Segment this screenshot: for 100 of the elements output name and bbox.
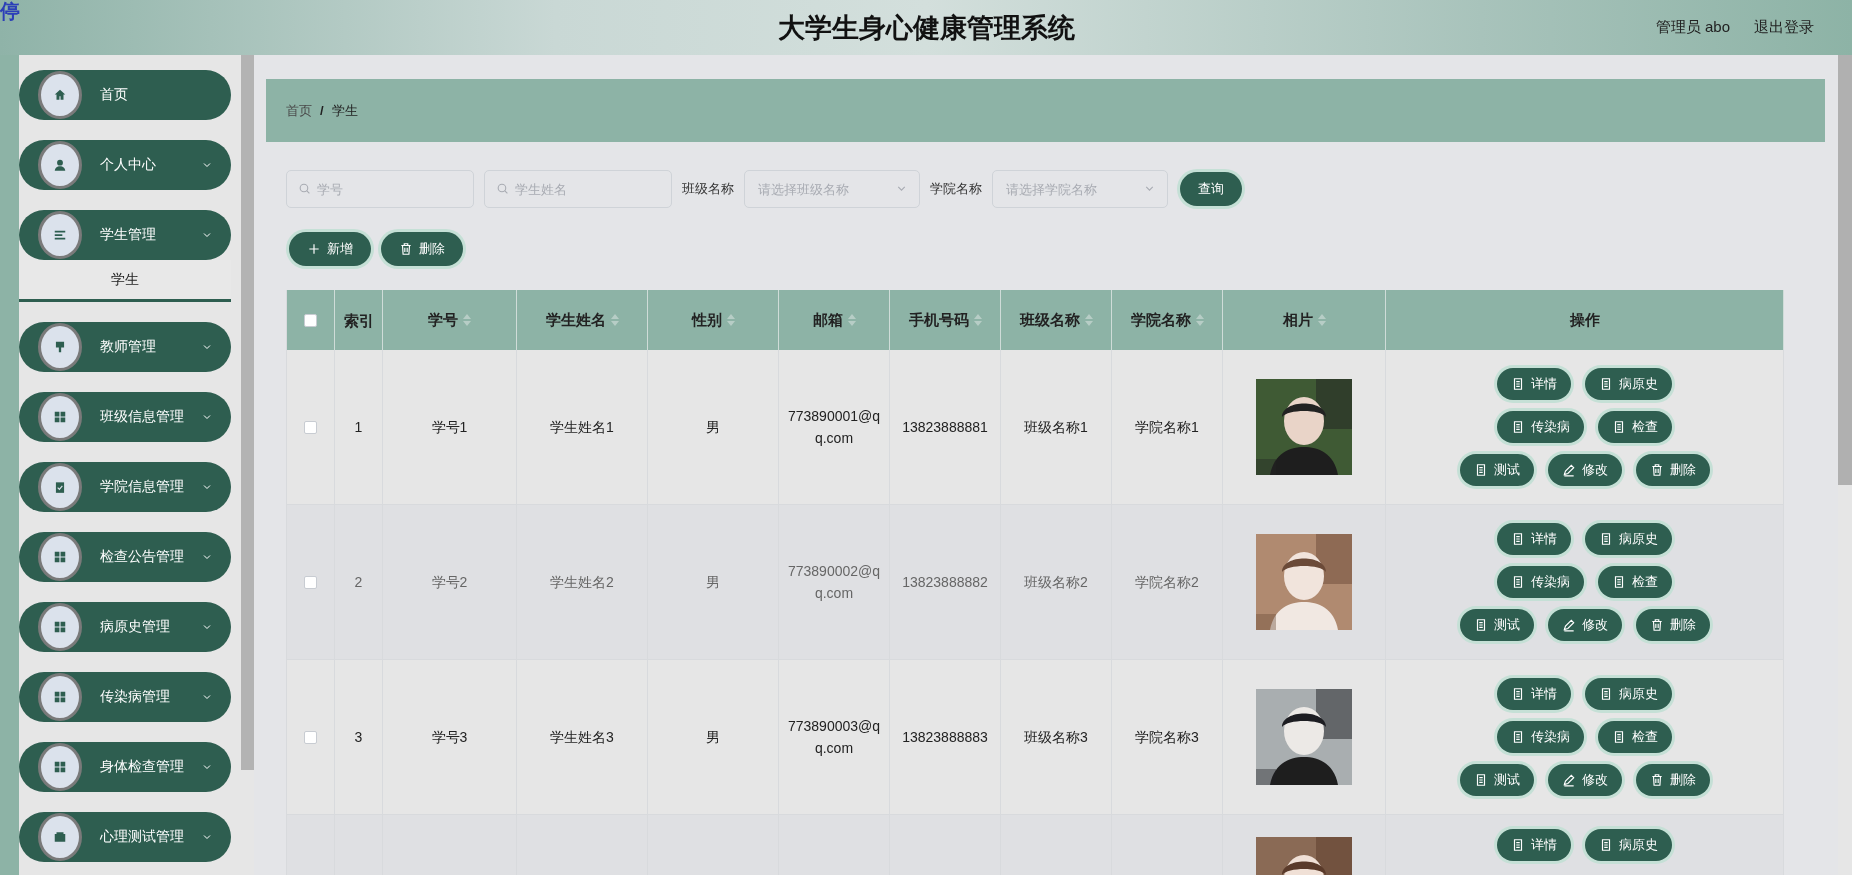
- sort-icon[interactable]: [1195, 314, 1204, 326]
- document-icon: [1511, 730, 1525, 744]
- column-header: 相片: [1223, 290, 1386, 350]
- pencil-icon: [1561, 463, 1576, 477]
- menu-item[interactable]: 个人中心: [19, 140, 231, 190]
- pencil-icon: [1561, 618, 1576, 632]
- delete-button[interactable]: 删除: [381, 232, 463, 266]
- user-icon: [53, 158, 67, 172]
- sort-icon[interactable]: [610, 314, 619, 326]
- action-button[interactable]: 检查: [1598, 411, 1672, 443]
- table-cell: 学院名称3: [1112, 660, 1223, 815]
- grid-icon: [53, 410, 67, 424]
- table-cell: 13823888881: [890, 350, 1001, 505]
- table-cell: 学院名称2: [1112, 505, 1223, 660]
- table-cell: 3: [335, 660, 383, 815]
- sort-icon[interactable]: [1084, 314, 1093, 326]
- document-icon: [1511, 575, 1525, 589]
- search-button[interactable]: 查询: [1180, 172, 1242, 206]
- document-icon: [1511, 532, 1525, 546]
- action-button[interactable]: 检查: [1598, 721, 1672, 753]
- sort-icon[interactable]: [847, 314, 856, 326]
- action-button[interactable]: 传染病: [1497, 411, 1584, 443]
- row-checkbox[interactable]: [304, 730, 317, 744]
- column-header: 手机号码: [890, 290, 1001, 350]
- menu-item[interactable]: 病原史管理: [19, 602, 231, 652]
- pencil-icon: [1561, 773, 1576, 787]
- select-all-checkbox[interactable]: [304, 313, 317, 327]
- delete-button[interactable]: 删除: [1635, 454, 1710, 486]
- breadcrumb-link[interactable]: 首页: [286, 101, 312, 120]
- table-cell: 2: [335, 505, 383, 660]
- edit-button[interactable]: 修改: [1547, 764, 1622, 796]
- action-button[interactable]: 病原史: [1585, 829, 1672, 861]
- table-cell: 773890002@qq.com: [779, 505, 890, 660]
- action-button[interactable]: 检查: [1598, 566, 1672, 598]
- action-button[interactable]: 测试: [1459, 764, 1534, 796]
- plus-icon: [307, 242, 321, 256]
- action-button[interactable]: 传染病: [1497, 566, 1584, 598]
- search-icon: [496, 182, 509, 195]
- table-cell: 班级名称3: [1001, 660, 1112, 815]
- grid-icon: [53, 550, 67, 564]
- action-button[interactable]: 详情: [1497, 523, 1571, 555]
- row-checkbox[interactable]: [304, 420, 317, 434]
- table-cell: 班级名称2: [1001, 505, 1112, 660]
- document-icon: [1511, 420, 1525, 434]
- action-button[interactable]: 测试: [1459, 454, 1534, 486]
- wallet-icon: [53, 830, 67, 844]
- document-icon: [1612, 730, 1626, 744]
- breadcrumb-link[interactable]: 学生: [331, 101, 358, 120]
- action-button[interactable]: 详情: [1497, 829, 1571, 861]
- column-header: 学号: [383, 290, 517, 350]
- action-button[interactable]: 病原史: [1585, 678, 1672, 710]
- app-title: 大学生身心健康管理系统: [777, 11, 1075, 45]
- column-header: 性别: [648, 290, 779, 350]
- menu-item[interactable]: 心理测试管理: [19, 812, 231, 862]
- table-cell: 男: [648, 350, 779, 505]
- document-icon: [1612, 575, 1626, 589]
- delete-button[interactable]: 删除: [1635, 764, 1710, 796]
- student-no-field[interactable]: 学号: [286, 170, 474, 208]
- edit-button[interactable]: 修改: [1547, 609, 1622, 641]
- action-button[interactable]: 传染病: [1497, 721, 1584, 753]
- logout-link[interactable]: 退出登录: [1754, 18, 1814, 37]
- sort-icon[interactable]: [973, 314, 982, 326]
- document-icon: [1599, 687, 1613, 701]
- menu-item[interactable]: 学院信息管理: [19, 462, 231, 512]
- home-icon: [53, 88, 67, 102]
- class-select[interactable]: 请选择班级名称: [744, 170, 920, 208]
- menu-item[interactable]: 首页: [19, 70, 231, 120]
- row-checkbox[interactable]: [304, 575, 317, 589]
- college-select[interactable]: 请选择学院名称: [992, 170, 1168, 208]
- table-cell: 学生姓名1: [517, 350, 648, 505]
- menu-item[interactable]: 班级信息管理: [19, 392, 231, 442]
- add-button[interactable]: 新增: [289, 232, 371, 266]
- trash-icon: [399, 242, 413, 256]
- menu-item[interactable]: 传染病管理: [19, 672, 231, 722]
- edit-button[interactable]: 修改: [1547, 454, 1622, 486]
- action-button[interactable]: 详情: [1497, 368, 1571, 400]
- sort-icon[interactable]: [463, 314, 471, 326]
- sort-icon[interactable]: [1317, 314, 1326, 326]
- column-header: 学院名称: [1112, 290, 1223, 350]
- sort-icon[interactable]: [726, 314, 735, 326]
- table-cell: 男: [648, 660, 779, 815]
- menu-item[interactable]: 学生管理: [19, 210, 231, 260]
- menu-item[interactable]: 检查公告管理: [19, 532, 231, 582]
- table-cell: 学号1: [383, 350, 517, 505]
- menu-item[interactable]: 身体检查管理: [19, 742, 231, 792]
- grid-icon: [53, 760, 67, 774]
- action-button[interactable]: 病原史: [1585, 523, 1672, 555]
- table-cell: 学院名称1: [1112, 350, 1223, 505]
- student-name-field[interactable]: 学生姓名: [484, 170, 672, 208]
- delete-button[interactable]: 删除: [1635, 609, 1710, 641]
- action-button[interactable]: 详情: [1497, 678, 1571, 710]
- action-button[interactable]: 病原史: [1585, 368, 1672, 400]
- user-name: 管理员 abo: [1655, 18, 1730, 37]
- table-cell: 男: [648, 505, 779, 660]
- search-icon: [298, 182, 311, 195]
- table-cell: 学生姓名3: [517, 660, 648, 815]
- column-header: 学生姓名: [517, 290, 648, 350]
- action-button[interactable]: 测试: [1459, 609, 1534, 641]
- table-cell: 学号3: [383, 660, 517, 815]
- menu-item[interactable]: 教师管理: [19, 322, 231, 372]
